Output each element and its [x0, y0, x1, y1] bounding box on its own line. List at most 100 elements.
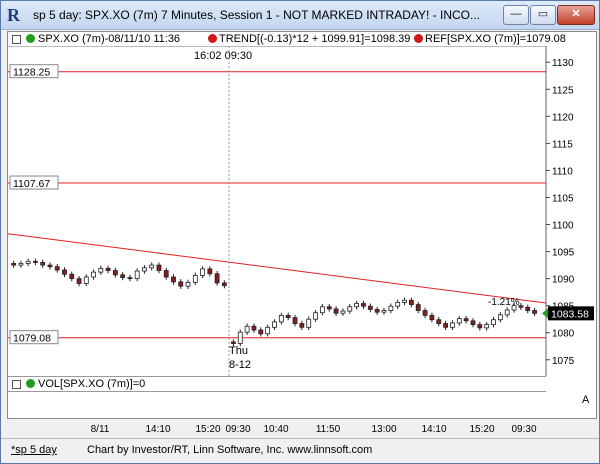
session2-candle: [532, 310, 537, 314]
y-tick-label: 1095: [552, 248, 575, 259]
session1-candle: [98, 267, 104, 273]
y-tick-label: 1080: [552, 329, 575, 340]
close-icon: ✕: [571, 8, 581, 20]
session1-candle: [11, 263, 17, 266]
minimize-button[interactable]: —: [503, 5, 529, 25]
app-logo-icon: R: [7, 5, 20, 25]
session1-candle: [40, 261, 46, 266]
session2-candle: [422, 310, 428, 316]
session2-candle: [354, 303, 360, 308]
session2-candle: [278, 315, 284, 323]
volume-legend[interactable]: VOL[SPX.XO (7m)]=0: [38, 377, 145, 391]
session2-candle: [497, 314, 503, 321]
x-tick-label: 11:50: [315, 424, 341, 435]
session2-candle: [374, 309, 380, 313]
session-break-label: Thu: [229, 345, 248, 357]
last-price-label: 1083.58: [551, 308, 589, 320]
session2-candle: [388, 305, 394, 311]
session2-candle: [504, 309, 510, 316]
x-tick-label: 14:10: [145, 424, 171, 435]
session2-candle: [525, 306, 531, 311]
session2-candle: [272, 321, 277, 328]
session1-candle: [105, 267, 111, 271]
status-bar: *sp 5 day Chart by Investor/RT, Linn Sof…: [1, 438, 599, 463]
session1-candle: [178, 281, 184, 287]
x-tick-label: 10:40: [263, 424, 289, 435]
session2-candle: [429, 315, 435, 321]
session2-candle: [326, 306, 332, 310]
session1-candle: [112, 270, 118, 276]
trend-annotation: -1.21%: [488, 297, 520, 308]
session2-candle: [436, 319, 442, 324]
session2-candle: [306, 318, 312, 328]
session1-candle: [149, 264, 155, 269]
session-break-label: 8-12: [229, 359, 251, 371]
session2-candle: [381, 310, 387, 313]
session1-candle: [163, 270, 169, 278]
trend-line: [8, 233, 547, 304]
session1-candle: [62, 269, 67, 275]
session1-candle: [221, 282, 227, 287]
volume-pane[interactable]: VOL[SPX.XO (7m)]=0: [8, 376, 546, 392]
session2-candle: [292, 317, 298, 324]
session2-candle: [244, 325, 250, 333]
chart-tab[interactable]: *sp 5 day: [11, 444, 57, 456]
session1-candle: [120, 274, 126, 278]
session1-candle: [76, 278, 82, 284]
session2-candle: [285, 315, 291, 318]
session2-candle: [299, 323, 305, 328]
session2-candle: [265, 326, 271, 335]
x-tick-label: 8/11: [90, 424, 110, 435]
x-tick-label: 15:20: [469, 424, 495, 435]
session2-candle: [313, 312, 318, 320]
x-tick-label: 14:10: [421, 424, 447, 435]
session2-candle: [463, 318, 469, 322]
session1-candle: [25, 260, 31, 264]
volume-green-dot-icon[interactable]: [26, 379, 35, 388]
chart-pane[interactable]: SPX.XO (7m)-08/11/10 11:36 TREND[(-0.13)…: [7, 31, 597, 435]
session1-candle: [134, 270, 140, 280]
session2-candle: [450, 322, 455, 328]
ref-line-label: 1128.25: [13, 67, 50, 79]
ref-line-label: 1107.67: [13, 178, 50, 190]
session1-candle: [185, 282, 191, 287]
session1-candle: [127, 277, 133, 280]
x-tick-label: 09:30: [225, 424, 251, 435]
session2-candle: [251, 325, 257, 331]
session2-candle: [408, 299, 414, 305]
session1-candle: [171, 276, 176, 283]
x-tick-label: 13:00: [371, 424, 397, 435]
session2-candle: [231, 341, 236, 344]
close-button[interactable]: ✕: [557, 5, 595, 25]
credit-text: Chart by Investor/RT, Linn Software, Inc…: [87, 444, 373, 456]
minimize-icon: —: [510, 8, 522, 20]
session2-candle: [333, 308, 339, 314]
session2-candle: [237, 331, 243, 344]
session2-candle: [477, 324, 483, 329]
session2-candle: [367, 305, 373, 310]
ref-line-label: 1079.08: [13, 333, 51, 345]
y-tick-label: 1100: [552, 221, 574, 232]
title-bar[interactable]: R sp 5 day: SPX.XO (7m) 7 Minutes, Sessi…: [1, 1, 599, 30]
session1-candle: [91, 271, 96, 278]
y-tick-label: 1110: [552, 166, 573, 177]
session1-candle: [18, 263, 24, 266]
volume-marker: A: [582, 394, 590, 406]
application-window: R sp 5 day: SPX.XO (7m) 7 Minutes, Sessi…: [0, 0, 600, 464]
volume-collapse-icon[interactable]: [12, 380, 21, 389]
maximize-button[interactable]: ▭: [530, 5, 556, 25]
session1-candle: [207, 268, 213, 275]
session2-candle: [340, 310, 346, 314]
session2-candle: [402, 299, 407, 303]
session1-candle: [33, 260, 38, 263]
session1-candle: [200, 268, 205, 276]
price-chart[interactable]: 1075108010851090109511001105111011151120…: [8, 32, 596, 418]
session1-candle: [83, 276, 89, 284]
session2-candle: [456, 318, 462, 324]
session2-candle: [319, 306, 325, 314]
session1-candle: [142, 267, 147, 272]
session2-candle: [470, 320, 476, 326]
last-price-arrow-icon: [542, 308, 548, 319]
session2-candle: [484, 324, 490, 329]
session2-candle: [415, 304, 421, 311]
